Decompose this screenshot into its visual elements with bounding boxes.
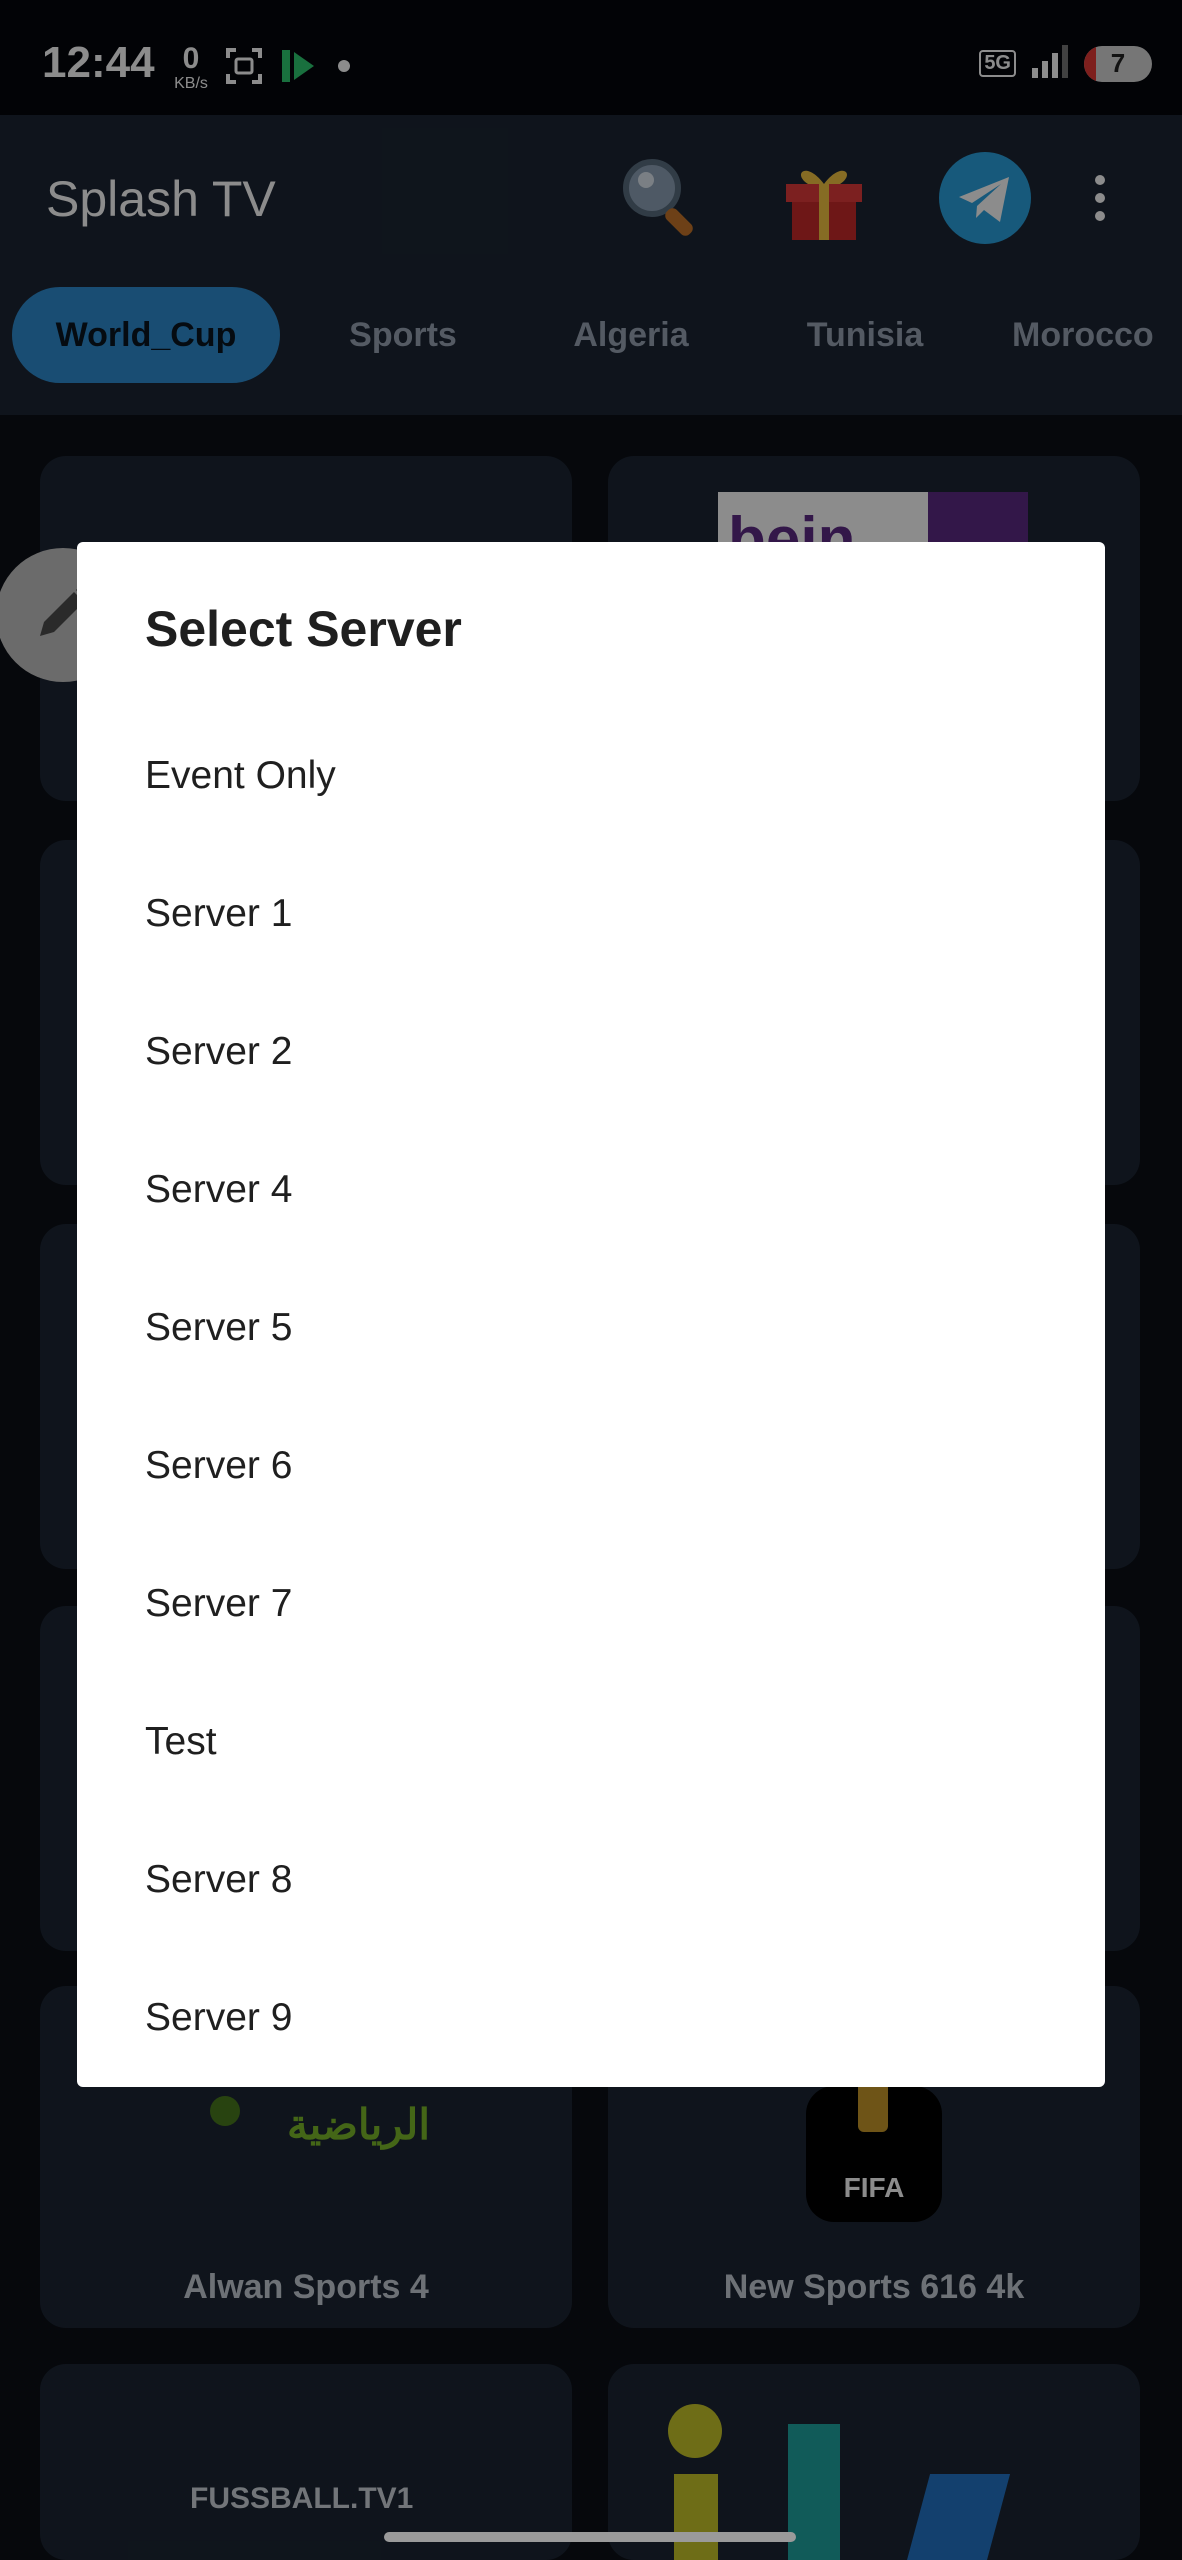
server-option-9[interactable]: Server 9 (77, 1949, 1105, 2087)
server-option-1[interactable]: Server 1 (77, 845, 1105, 983)
server-option-event-only[interactable]: Event Only (77, 707, 1105, 845)
server-option-4[interactable]: Server 4 (77, 1121, 1105, 1259)
home-indicator[interactable] (384, 2532, 796, 2542)
select-server-dialog: Select Server Event Only Server 1 Server… (77, 542, 1105, 2087)
server-option-2[interactable]: Server 2 (77, 983, 1105, 1121)
dialog-title: Select Server (145, 601, 462, 657)
server-option-5[interactable]: Server 5 (77, 1259, 1105, 1397)
server-option-7[interactable]: Server 7 (77, 1535, 1105, 1673)
server-option-6[interactable]: Server 6 (77, 1397, 1105, 1535)
server-option-test[interactable]: Test (77, 1673, 1105, 1811)
server-option-8[interactable]: Server 8 (77, 1811, 1105, 1949)
server-list: Event Only Server 1 Server 2 Server 4 Se… (77, 707, 1105, 2087)
